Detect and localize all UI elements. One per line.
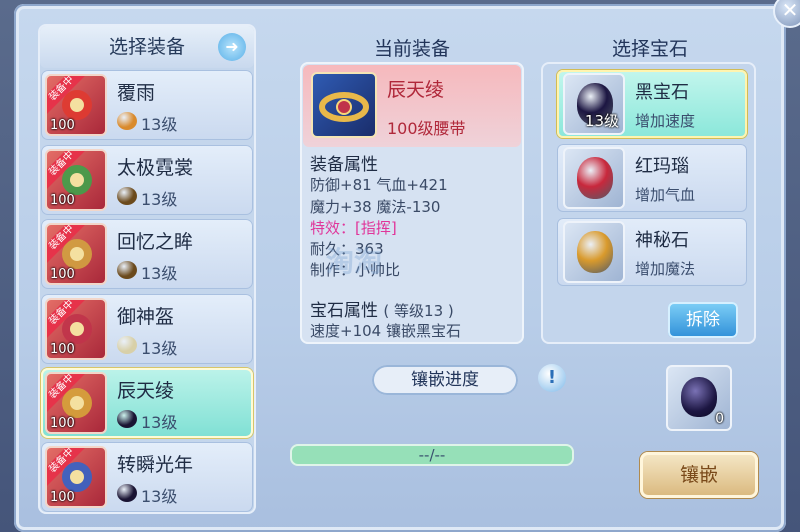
current-equipment-card: 辰天绫 100级腰带 装备属性 防御+81 气血+421 魔力+38 魔法-13… [300,62,524,344]
equipment-name: 转瞬光年 [117,454,194,476]
inlay-progress-bar: --/-- [290,444,574,466]
attr-line-1: 防御+81 气血+421 [310,176,448,194]
equipment-item[interactable]: 装备中 100 转瞬光年 13级 [41,442,253,512]
gem-icon [117,112,137,130]
equipment-icon: 装备中 100 [45,149,107,211]
equipment-icon: 装备中 100 [45,223,107,285]
equipment-list-panel: 选择装备 ➜ 装备中 100 覆雨 13级 装备中 100 太极霓裳 13级 装备中 100 回忆之… [38,24,256,514]
gem-level: 13级 [141,413,178,432]
inlay-button[interactable]: 镶嵌 [640,452,758,498]
attr-header: 装备属性 [310,155,378,175]
equipment-header: 辰天绫 100级腰带 [303,65,521,147]
slot-count: 0 [715,411,724,427]
equipment-level: 100 [50,118,75,133]
red-agate-item[interactable]: 红玛瑙 增加气血 [557,144,747,212]
current-equipment-title: 当前装备 [373,38,450,60]
gem-level: 13级 [141,487,178,506]
gem-name: 神秘石 [635,230,689,251]
gem-attr-header: 宝石属性 ( 等级13 ) [310,301,454,321]
equipment-item[interactable]: 装备中 100 覆雨 13级 [41,70,253,140]
remove-button[interactable]: 拆除 [668,302,738,338]
equipment-item[interactable]: 装备中 100 太极霓裳 13级 [41,145,253,215]
equipment-item[interactable]: 装备中 100 辰天绫 13级 [41,368,253,438]
equipment-level: 100 [50,267,75,282]
equipment-level: 100 [50,342,75,357]
equipment-name: 辰天绫 [117,380,175,402]
equipment-icon: 装备中 100 [45,372,107,434]
gem-icon: 13级 [563,73,625,135]
gem-level: 13级 [141,115,178,134]
equipment-type: 100级腰带 [387,119,466,138]
game-window: ✕ 选择装备 ➜ 装备中 100 覆雨 13级 装备中 100 太极霓裳 13级 装备中 100 回… [0,0,800,532]
black-gem-item[interactable]: 13级 黑宝石增加速度 [557,70,747,138]
gem-slot[interactable]: 0 [666,365,732,431]
gem-icon [117,187,137,205]
black-gem-icon [681,377,717,417]
progress-text: --/-- [418,446,446,464]
gem-desc: 增加气血 [635,186,696,204]
gem-attr-line: 速度+104 镶嵌黑宝石 [310,322,461,340]
gem-name: 黑宝石 [635,82,689,103]
attr-line-2: 魔力+38 魔法-130 [310,198,441,216]
gem-level: 13级 [141,264,178,283]
mystic-stone-item[interactable]: 神秘石 增加魔法 [557,218,747,286]
gem-desc: 增加魔法 [635,260,696,278]
equipment-name: 太极霓裳 [117,157,194,179]
equipment-name: 回忆之眸 [117,231,194,253]
belt-icon [311,72,377,138]
equipment-name: 御神盔 [117,306,175,328]
help-icon[interactable]: ! [538,364,566,392]
gem-icon [563,147,625,209]
equipment-level: 100 [50,490,75,505]
equipment-icon: 装备中 100 [45,446,107,508]
inlay-progress-label: 镶嵌进度 [372,365,518,395]
equipment-name: 覆雨 [117,82,156,104]
equipment-list-header: 选择装备 ➜ [40,26,254,68]
equipment-name: 辰天绫 [387,79,445,101]
gem-icon [117,336,137,354]
gem-icon [117,484,137,502]
watermark: 淘淘 [326,245,383,278]
equipment-level: 100 [50,193,75,208]
gem-icon [117,261,137,279]
gem-count: 13级 [584,112,619,130]
equipment-icon: 装备中 100 [45,74,107,136]
equipment-level: 100 [50,416,75,431]
gem-level: 13级 [141,190,178,209]
equipment-icon: 装备中 100 [45,298,107,360]
equipment-list-title: 选择装备 [108,36,185,58]
gem-level: 13级 [141,339,178,358]
special-effect: 特效：[指挥] [310,219,397,237]
equipment-item[interactable]: 装备中 100 回忆之眸 13级 [41,219,253,289]
gem-icon [563,221,625,283]
gem-desc: 增加速度 [635,112,696,130]
gem-select-title: 选择宝石 [611,38,688,60]
equipment-item[interactable]: 装备中 100 御神盔 13级 [41,294,253,364]
arrow-right-icon[interactable]: ➜ [218,33,246,61]
gem-name: 红玛瑙 [635,156,689,177]
gem-icon [117,410,137,428]
